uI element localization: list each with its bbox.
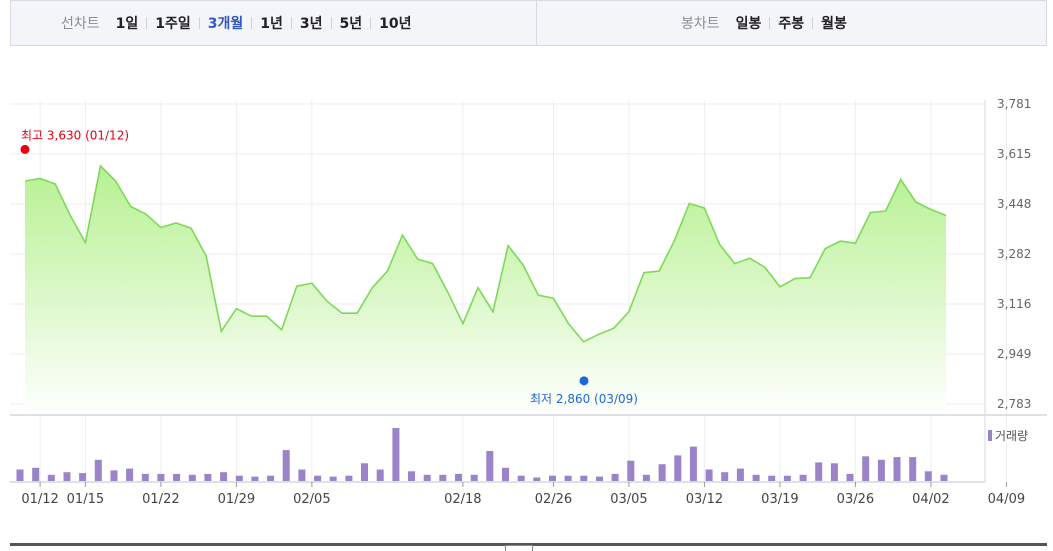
date-tick-label: 01/29 xyxy=(218,492,255,507)
volume-legend-label: 거래량 xyxy=(995,429,1028,443)
price-axis-labels: 3,781 3,615 3,448 3,282 3,116 2,949 2,783 xyxy=(997,97,1031,411)
volume-bar xyxy=(251,476,259,481)
volume-bar xyxy=(924,471,932,481)
volume-bar xyxy=(940,474,948,481)
volume-bar xyxy=(408,471,415,481)
volume-bar xyxy=(846,473,854,481)
date-tick-label: 03/26 xyxy=(837,492,874,507)
volume-bar xyxy=(736,468,744,481)
price-tick-label: 3,615 xyxy=(997,147,1031,161)
volume-bar xyxy=(549,475,556,481)
price-tick-label: 3,282 xyxy=(997,247,1031,261)
volume-bar xyxy=(32,467,40,482)
volume-bar xyxy=(517,475,525,481)
volume-bar xyxy=(862,456,870,481)
volume-legend-swatch xyxy=(988,430,992,441)
volume-bar xyxy=(267,475,275,481)
volume-bar xyxy=(564,475,572,481)
volume-bar xyxy=(361,463,368,481)
date-tick-label: 01/12 xyxy=(21,492,58,507)
volume-bar xyxy=(235,475,243,481)
volume-bar xyxy=(345,475,353,481)
volume-bar xyxy=(141,473,149,481)
volume-bars xyxy=(16,428,948,482)
volume-bar xyxy=(830,463,838,481)
volume-bar xyxy=(486,451,494,481)
volume-bar xyxy=(439,474,447,481)
date-tick-label: 01/15 xyxy=(67,492,104,507)
volume-bar xyxy=(799,474,807,481)
high-marker xyxy=(20,144,30,154)
low-marker xyxy=(579,376,589,386)
volume-bar xyxy=(157,473,165,481)
volume-bar xyxy=(689,446,697,482)
volume-bar xyxy=(188,474,196,481)
volume-bar xyxy=(627,460,635,481)
price-area-fill xyxy=(25,165,946,415)
price-tick-label: 3,448 xyxy=(997,197,1031,211)
volume-bar xyxy=(752,474,760,481)
volume-bar xyxy=(658,464,666,481)
price-chart: 3,781 3,615 3,448 3,282 3,116 2,949 2,783 01/1… xyxy=(10,97,1047,507)
volume-bar xyxy=(455,473,462,481)
volume-bar xyxy=(642,474,650,481)
volume-bar xyxy=(126,468,134,481)
volume-bar xyxy=(376,469,384,481)
volume-bar xyxy=(47,474,55,481)
price-tick-label: 3,116 xyxy=(997,297,1031,311)
volume-bar xyxy=(94,459,102,481)
date-tick-label: 02/18 xyxy=(444,492,481,507)
low-label: 최저 2,860 (03/09) xyxy=(530,392,638,406)
volume-bar xyxy=(611,473,619,481)
price-tick-label: 2,783 xyxy=(997,397,1031,411)
volume-bar xyxy=(314,475,322,481)
volume-bar xyxy=(79,473,87,481)
volume-bar xyxy=(893,457,901,481)
date-tick-label: 02/05 xyxy=(293,492,330,507)
volume-bar xyxy=(392,428,400,481)
date-tick-label: 03/19 xyxy=(761,492,798,507)
high-label: 최고 3,630 (01/12) xyxy=(21,128,129,142)
volume-bar xyxy=(674,455,682,481)
volume-bar xyxy=(16,469,24,481)
volume-bar xyxy=(173,473,181,481)
date-tick-label: 01/22 xyxy=(142,492,179,507)
volume-bar xyxy=(909,457,917,481)
volume-bar xyxy=(63,472,71,481)
volume-bar xyxy=(768,475,776,481)
volume-bar xyxy=(470,474,478,481)
date-tick-label: 03/05 xyxy=(610,492,647,507)
price-tick-label: 2,949 xyxy=(997,347,1031,361)
date-tick-label: 04/09 xyxy=(988,492,1025,507)
volume-bar xyxy=(110,470,118,481)
date-tick-label: 04/02 xyxy=(912,492,949,507)
volume-bar xyxy=(502,467,509,482)
volume-bar xyxy=(220,472,228,481)
price-tick-label: 3,781 xyxy=(997,97,1031,111)
volume-bar xyxy=(877,459,885,481)
volume-bar xyxy=(204,473,212,481)
collapse-handle[interactable] xyxy=(505,545,533,551)
volume-bar xyxy=(783,475,791,481)
volume-bar xyxy=(721,472,729,481)
volume-bar xyxy=(596,476,603,481)
volume-bar xyxy=(423,474,431,481)
date-tick-label: 03/12 xyxy=(686,492,723,507)
volume-legend: 거래량 xyxy=(988,429,1028,443)
date-tick-label: 02/26 xyxy=(535,492,572,507)
volume-bar xyxy=(533,477,541,481)
volume-bar xyxy=(705,469,713,481)
volume-bar xyxy=(815,462,823,481)
volume-bar xyxy=(298,469,306,481)
volume-bar xyxy=(580,475,588,481)
volume-bar xyxy=(282,450,290,481)
volume-bar xyxy=(329,476,337,481)
date-axis-labels: 01/12 01/15 01/22 01/29 02/05 02/18 02/26 03/05… xyxy=(21,482,1025,507)
